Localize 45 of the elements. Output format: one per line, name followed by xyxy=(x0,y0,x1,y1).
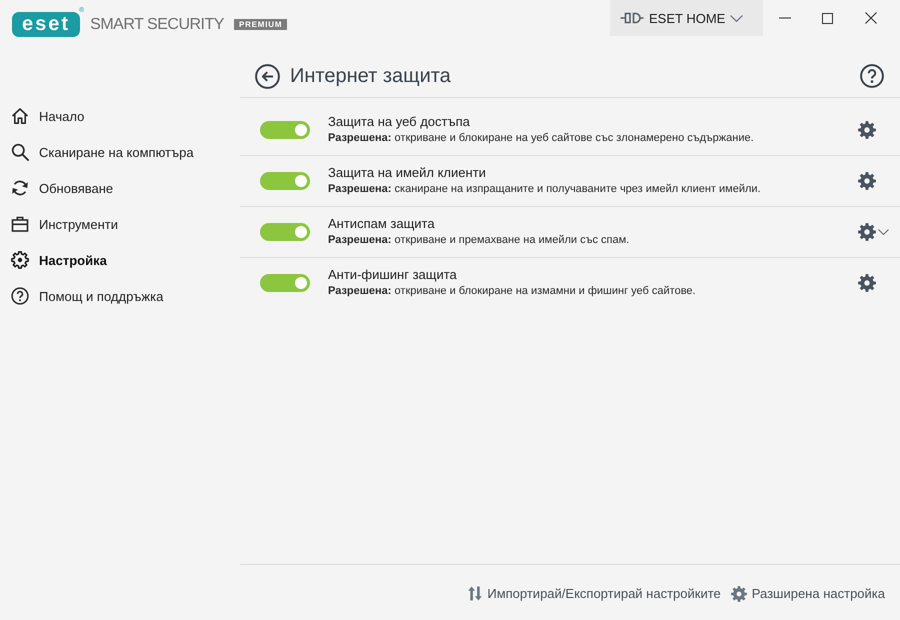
refresh-icon xyxy=(11,179,29,197)
toggle-switch[interactable] xyxy=(260,172,310,190)
gear-icon xyxy=(730,586,747,602)
sidebar-item[interactable]: Обновяване xyxy=(0,170,240,206)
setting-description: Разрешена: откриване и блокиране на уеб сайтове със злонамерено съдържание. xyxy=(328,131,755,146)
page-title: Интернет защита xyxy=(290,64,452,88)
gear-icon[interactable] xyxy=(858,121,876,139)
gear-icon[interactable] xyxy=(858,274,876,292)
sidebar-item[interactable]: Инструменти xyxy=(0,206,240,242)
setting-title: Защита на имейл клиенти xyxy=(328,165,487,181)
gear-icon[interactable] xyxy=(858,172,876,190)
toolbox-icon xyxy=(11,215,29,233)
home-icon xyxy=(11,107,29,125)
footer-link[interactable]: Импортирай/Експортирай настройките xyxy=(468,586,721,601)
maximize-icon[interactable] xyxy=(822,12,833,24)
close-icon[interactable] xyxy=(864,12,876,24)
help-icon[interactable] xyxy=(860,64,884,88)
logo: eset xyxy=(12,12,80,37)
sidebar-item[interactable]: Настройка xyxy=(0,242,240,278)
footer-link[interactable]: Разширена настройка xyxy=(730,586,885,602)
sidebar-item[interactable]: Начало xyxy=(0,98,240,134)
settings-icon xyxy=(11,251,29,269)
toggle-switch[interactable] xyxy=(260,274,310,292)
setting-title: Защита на уеб достъпа xyxy=(328,114,471,130)
setting-description: Разрешена: сканиране на изпращаните и получаваните чрез имейл клиент имейли. xyxy=(328,182,762,197)
sidebar-item[interactable]: Помощ и поддръжка xyxy=(0,278,240,314)
setting-description: Разрешена: откриване и блокиране на измамни и фишинг уеб сайтове. xyxy=(328,284,697,299)
product-name: SMART SECURITY xyxy=(90,16,224,34)
chevron-down-icon xyxy=(730,14,744,22)
sidebar-item[interactable]: Сканиране на компютъра xyxy=(0,134,240,170)
toggle-switch[interactable] xyxy=(260,121,310,139)
minimize-icon[interactable] xyxy=(778,17,790,19)
setting-title: Анти-фишинг защита xyxy=(328,267,458,283)
back-icon[interactable] xyxy=(255,64,280,88)
plug-icon xyxy=(620,12,644,24)
up-down-arrows-icon xyxy=(468,586,482,601)
search-icon xyxy=(11,143,29,161)
toggle-switch[interactable] xyxy=(260,223,310,241)
edition-badge: PREMIUM xyxy=(234,19,288,30)
setting-description: Разрешена: откриване и премахване на имейли със спам. xyxy=(328,233,630,248)
gear-icon[interactable] xyxy=(858,223,876,241)
setting-title: Антиспам защита xyxy=(328,216,436,232)
account-button[interactable]: ESET HOME xyxy=(610,0,763,36)
caret-icon[interactable] xyxy=(878,229,889,235)
help-icon xyxy=(11,287,29,305)
